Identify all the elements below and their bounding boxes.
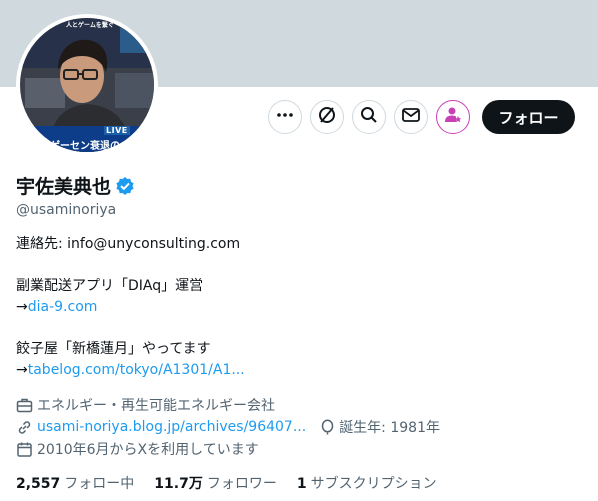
following-count: 2,557 <box>16 476 61 492</box>
website-link[interactable]: usami-noriya.blog.jp/archives/96407... <box>37 419 306 435</box>
bio-line: 副業配送アプリ「DIAq」運営 <box>16 278 204 294</box>
grok-icon <box>317 105 337 129</box>
avatar-caption: ゲーセン衰退の <box>50 141 120 152</box>
verified-badge-icon[interactable] <box>115 176 135 196</box>
profile-joined: 2010年6月からXを利用しています <box>16 439 259 459</box>
followers-link[interactable]: 11.7万 フォロワー <box>154 473 277 493</box>
follow-button[interactable]: フォロー <box>482 100 575 134</box>
subscriptions-count: 1 <box>296 476 307 492</box>
bio-link-tabelog[interactable]: tabelog.com/tokyo/A1301/A1... <box>28 362 245 378</box>
search-icon <box>360 106 378 128</box>
profile-category: エネルギー・再生可能エネルギー会社 <box>16 395 275 415</box>
person-star-icon <box>444 106 462 128</box>
subscriptions-link[interactable]: 1 サブスクリプション <box>297 473 437 493</box>
bio-link-dia9[interactable]: dia-9.com <box>28 299 98 315</box>
followers-count: 11.7万 <box>154 476 203 492</box>
message-button[interactable] <box>394 100 428 134</box>
profile-actions: フォロー <box>268 100 575 134</box>
balloon-icon <box>320 418 335 436</box>
following-link[interactable]: 2,557 フォロー中 <box>16 473 134 493</box>
bio-contact: 連絡先: info@unyconsulting.com <box>16 236 241 252</box>
category-text: エネルギー・再生可能エネルギー会社 <box>37 398 275 414</box>
birth-year-text: 誕生年: 1981年 <box>339 420 440 436</box>
arrow-text: → <box>16 299 28 315</box>
search-button[interactable] <box>352 100 386 134</box>
profile-stats: 2,557 フォロー中 11.7万 フォロワー 1 サブスクリプション <box>16 473 457 493</box>
bio-line: 餃子屋「新橋蓮月」やってます <box>16 341 211 357</box>
user-handle: @usaminoriya <box>16 202 117 218</box>
subscriptions-label: サブスクリプション <box>310 476 437 492</box>
mail-icon <box>402 107 420 127</box>
avatar[interactable] <box>20 18 154 152</box>
profile-website-row: usami-noriya.blog.jp/archives/96407... 誕… <box>16 417 440 437</box>
joined-text: 2010年6月からXを利用しています <box>37 442 259 458</box>
bio-link-line: →tabelog.com/tokyo/A1301/A1... <box>16 360 576 381</box>
link-icon <box>16 419 33 436</box>
bio-link-line: →dia-9.com <box>16 297 576 318</box>
calendar-icon <box>16 441 33 458</box>
profile-bio: 連絡先: info@unyconsulting.com 副業配送アプリ「DIAq… <box>16 234 576 381</box>
display-name: 宇佐美典也 <box>16 176 112 198</box>
avatar-live-badge: LIVE <box>104 126 130 135</box>
avatar-top-caption: 人とゲームを繋ぐ <box>66 22 114 29</box>
arrow-text: → <box>16 362 28 378</box>
briefcase-icon <box>16 397 33 414</box>
subscribe-button[interactable] <box>436 100 470 134</box>
more-icon <box>276 106 294 128</box>
followers-label: フォロワー <box>206 476 277 492</box>
name-row: 宇佐美典也 <box>16 172 135 199</box>
grok-button[interactable] <box>310 100 344 134</box>
more-button[interactable] <box>268 100 302 134</box>
following-label: フォロー中 <box>64 476 135 492</box>
